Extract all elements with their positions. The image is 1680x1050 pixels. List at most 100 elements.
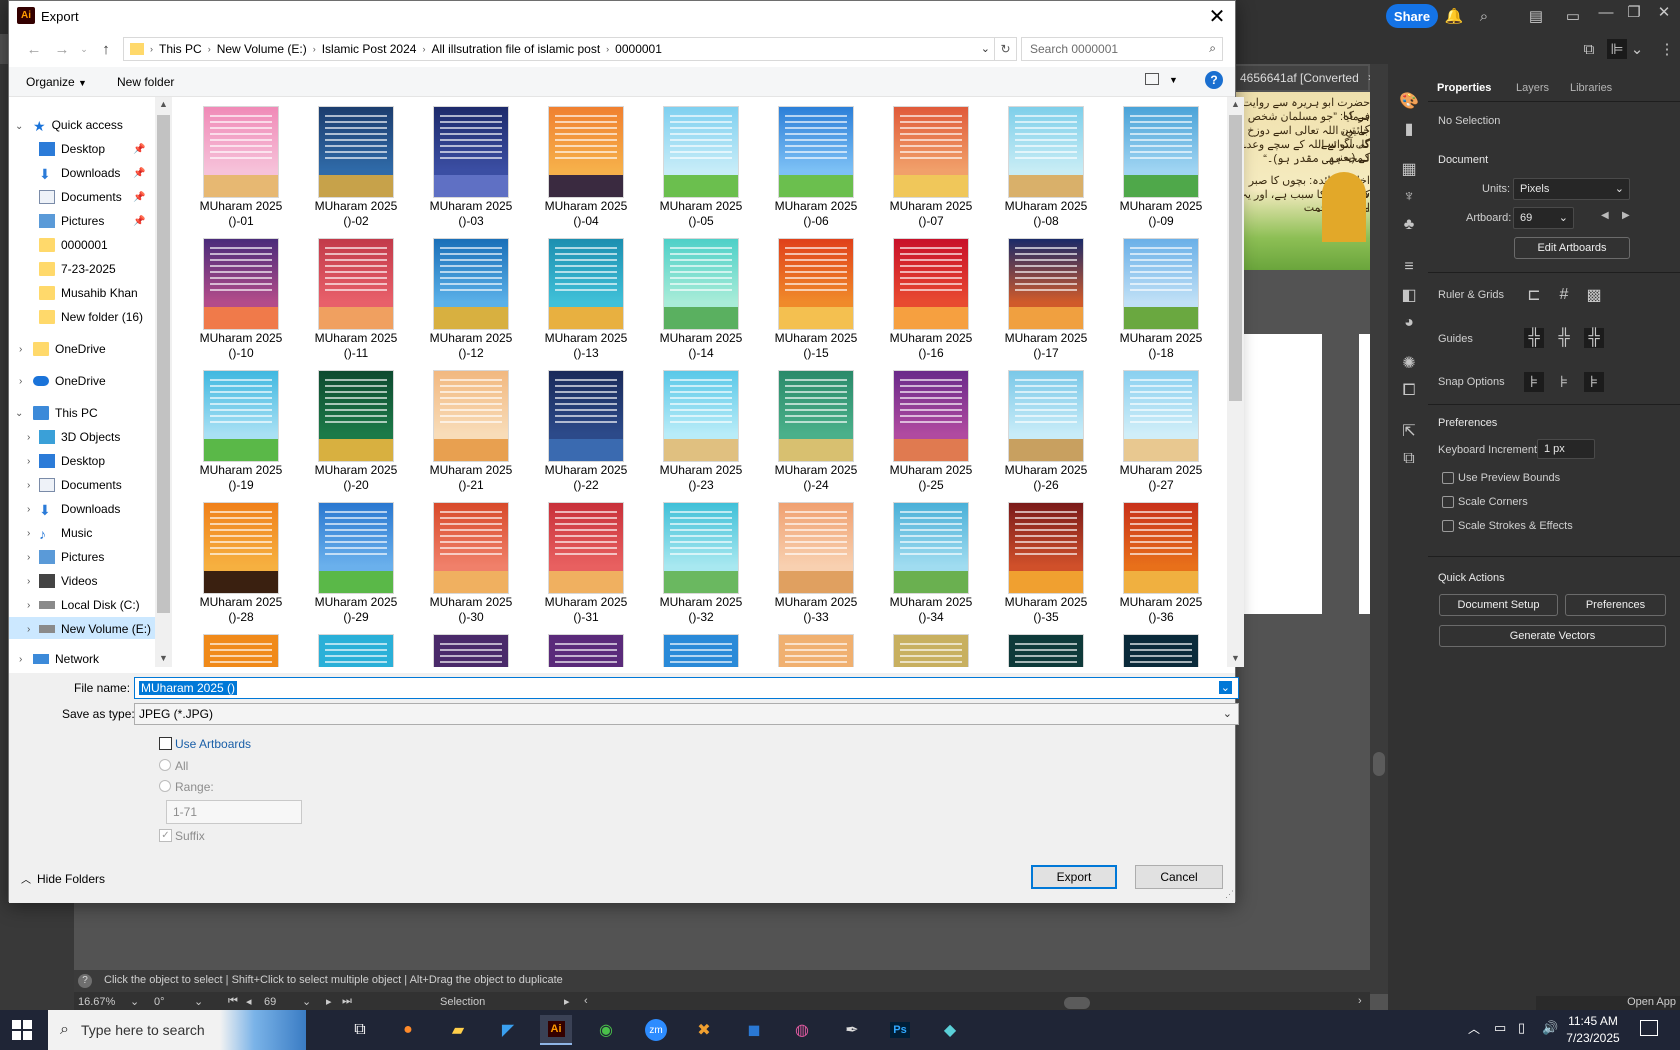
- file-item[interactable]: MUharam 2025 ()-19: [187, 361, 295, 492]
- illustrator-taskbar-icon[interactable]: Ai: [540, 1015, 572, 1045]
- chevron-right-icon[interactable]: ›: [27, 576, 30, 587]
- nav-pc-downloads[interactable]: ⬇ Downloads: [39, 498, 120, 520]
- file-thumbnail[interactable]: [319, 635, 393, 667]
- file-item[interactable]: MUharam 2025 ()-06: [762, 97, 870, 228]
- nav-network[interactable]: Network: [33, 648, 99, 670]
- file-item[interactable]: MUharam 2025 ()-14: [647, 229, 755, 360]
- nav-quick-new-folder-16[interactable]: New folder (16): [39, 306, 143, 328]
- smart-guides-icon[interactable]: ╬: [1584, 328, 1604, 348]
- transparency-grid-icon[interactable]: ▩: [1584, 285, 1604, 305]
- range-input[interactable]: 1-71: [166, 800, 302, 824]
- nav-quick-desktop[interactable]: Desktop: [39, 138, 105, 160]
- file-item[interactable]: MUharam 2025 ()-11: [302, 229, 410, 360]
- file-list-scroll-thumb[interactable]: [1229, 115, 1242, 401]
- file-item[interactable]: MUharam 2025 ()-32: [647, 493, 755, 624]
- use-artboards-label[interactable]: Use Artboards: [175, 737, 251, 751]
- chevron-right-icon[interactable]: ›: [27, 504, 30, 515]
- creative-cloud-icon[interactable]: ◍: [786, 1015, 818, 1045]
- nav-new-volume-e[interactable]: New Volume (E:): [39, 618, 151, 640]
- nav-onedrive-1[interactable]: OneDrive: [33, 338, 106, 360]
- file-thumbnail[interactable]: [549, 635, 623, 667]
- rotation-value[interactable]: 0°: [154, 996, 165, 1008]
- search-input[interactable]: Search 0000001 ⌕: [1021, 37, 1223, 61]
- scale-corners-checkbox[interactable]: [1442, 496, 1454, 508]
- chevron-right-icon[interactable]: ›: [27, 528, 30, 539]
- file-item[interactable]: MUharam 2025 ()-04: [532, 97, 640, 228]
- minimize-icon[interactable]: —: [1596, 2, 1616, 22]
- chevron-right-icon[interactable]: ›: [27, 624, 30, 635]
- nav-quick-downloads[interactable]: ⬇ Downloads: [39, 162, 120, 184]
- display-icon[interactable]: ▭: [1494, 1020, 1506, 1036]
- file-thumbnail[interactable]: [1009, 635, 1083, 667]
- document-tab[interactable]: 4656641af [Converted: [1236, 66, 1368, 90]
- breadcrumb-illustration-files[interactable]: All illsutration file of islamic post: [431, 42, 600, 56]
- zoom-level[interactable]: 16.67%: [78, 996, 115, 1008]
- club-icon[interactable]: ♣: [1398, 214, 1420, 236]
- forward-arrow-icon[interactable]: →: [53, 40, 71, 58]
- file-item[interactable]: MUharam 2025 ()-28: [187, 493, 295, 624]
- file-item[interactable]: MUharam 2025 ()-01: [187, 97, 295, 228]
- chevron-down-icon[interactable]: ⌄: [130, 995, 139, 1008]
- app-diamond-icon[interactable]: ◆: [934, 1015, 966, 1045]
- window-close-icon[interactable]: ✕: [1654, 2, 1674, 22]
- export-button[interactable]: Export: [1031, 865, 1117, 889]
- chevron-down-icon[interactable]: ⌄: [1218, 681, 1232, 694]
- keyboard-increment-field[interactable]: 1 px: [1537, 439, 1595, 459]
- file-item[interactable]: MUharam 2025 ()-25: [877, 361, 985, 492]
- windows-start-icon[interactable]: [12, 1020, 32, 1040]
- sun-icon[interactable]: ✺: [1398, 352, 1420, 374]
- network-status-icon[interactable]: ▯: [1518, 1020, 1525, 1036]
- appearance-icon[interactable]: ◕: [1398, 312, 1420, 334]
- file-item[interactable]: MUharam 2025 ()-05: [647, 97, 755, 228]
- pin-icon[interactable]: 📌: [133, 216, 145, 227]
- range-radio[interactable]: [159, 780, 171, 792]
- file-name-input[interactable]: MUharam 2025 () ⌄: [134, 677, 1239, 699]
- nav-onedrive-2[interactable]: OneDrive: [33, 370, 106, 392]
- use-artboards-checkbox[interactable]: [159, 737, 172, 750]
- color-palette-icon[interactable]: 🎨: [1398, 90, 1420, 112]
- first-artboard-icon[interactable]: ⏮: [228, 995, 238, 1008]
- file-item[interactable]: MUharam 2025 ()-21: [417, 361, 525, 492]
- chevron-down-icon[interactable]: ⌄: [15, 408, 23, 419]
- gradient-icon[interactable]: ◧: [1398, 284, 1420, 306]
- organize-button[interactable]: Organize ▼: [26, 75, 87, 89]
- file-item[interactable]: MUharam 2025 ()-26: [992, 361, 1100, 492]
- maximize-icon[interactable]: ❐: [1624, 2, 1644, 22]
- nav-quick-pictures[interactable]: Pictures: [39, 210, 104, 232]
- scroll-right-icon[interactable]: ›: [1358, 995, 1362, 1007]
- workspace-icon[interactable]: ▤: [1526, 6, 1546, 26]
- artboard[interactable]: [1359, 334, 1370, 614]
- outlook-icon[interactable]: ◼: [738, 1015, 770, 1045]
- align-lines-icon[interactable]: ≡: [1398, 256, 1420, 278]
- chevron-down-icon[interactable]: ⌄: [194, 995, 203, 1008]
- chevron-right-icon[interactable]: ›: [19, 654, 22, 665]
- preferences-button[interactable]: Preferences: [1565, 594, 1666, 616]
- file-item[interactable]: MUharam 2025 ()-13: [532, 229, 640, 360]
- file-item[interactable]: MUharam 2025 ()-30: [417, 493, 525, 624]
- breadcrumb-new-volume[interactable]: New Volume (E:): [217, 42, 307, 56]
- tab-libraries[interactable]: Libraries: [1570, 82, 1612, 94]
- file-thumbnail[interactable]: [204, 635, 278, 667]
- scroll-left-icon[interactable]: ‹: [584, 995, 588, 1007]
- ruler-icon[interactable]: ⊏: [1524, 285, 1544, 305]
- search-icon[interactable]: ⌕: [1474, 6, 1494, 26]
- up-arrow-icon[interactable]: ↑: [97, 40, 115, 58]
- file-item[interactable]: MUharam 2025 ()-12: [417, 229, 525, 360]
- export-icon[interactable]: ⇱: [1398, 420, 1420, 442]
- next-artboard-icon[interactable]: ▸: [326, 995, 332, 1008]
- scroll-down-icon[interactable]: ▼: [159, 653, 168, 663]
- artboards-icon[interactable]: ⧉: [1398, 448, 1420, 470]
- scale-strokes-checkbox[interactable]: [1442, 520, 1454, 532]
- suffix-checkbox[interactable]: ✓: [159, 829, 172, 842]
- generate-vectors-button[interactable]: Generate Vectors: [1439, 625, 1666, 647]
- breadcrumb-current-folder[interactable]: 0000001: [615, 42, 662, 56]
- nav-this-pc[interactable]: This PC: [33, 402, 98, 424]
- search-icon[interactable]: ⌕: [1209, 41, 1216, 56]
- canvas-vertical-scrollbar[interactable]: [1370, 64, 1388, 994]
- file-thumbnail[interactable]: [664, 635, 738, 667]
- chevron-right-icon[interactable]: ›: [27, 456, 30, 467]
- nav-scroll-thumb[interactable]: [157, 115, 170, 613]
- file-thumbnail[interactable]: [894, 635, 968, 667]
- file-item[interactable]: MUharam 2025 ()-35: [992, 493, 1100, 624]
- nav-quick-musahib-khan[interactable]: Musahib Khan: [39, 282, 138, 304]
